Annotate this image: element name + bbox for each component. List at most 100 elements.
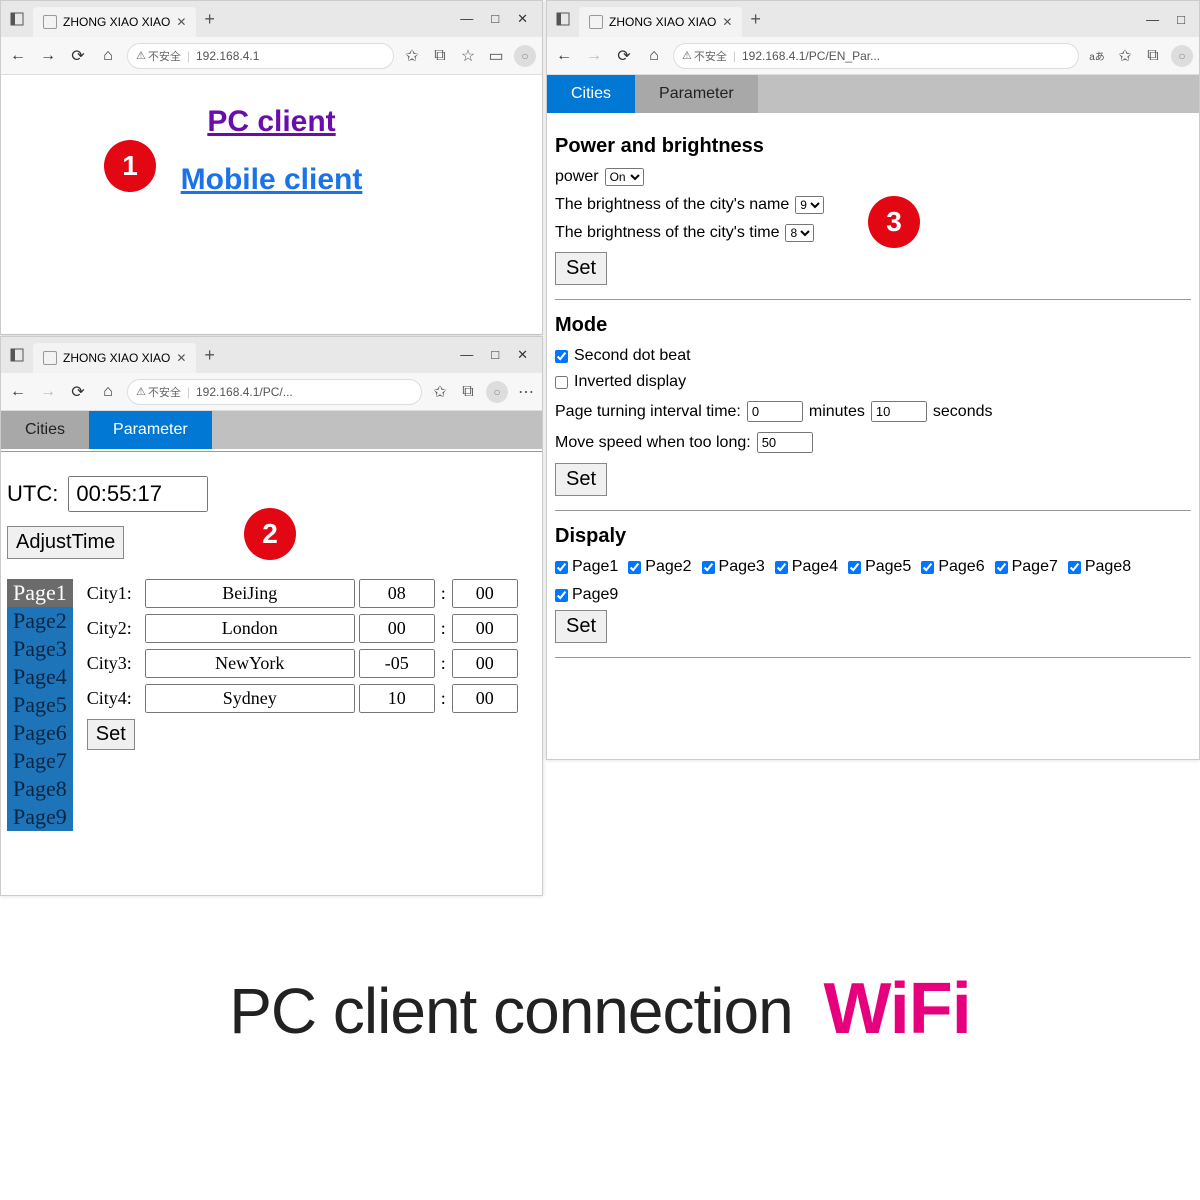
browser-tab[interactable]: ZHONG XIAO XIAO ✕ bbox=[33, 343, 196, 373]
page-list-item[interactable]: Page3 bbox=[7, 635, 73, 663]
refresh-icon[interactable]: ⟳ bbox=[67, 45, 89, 67]
page-list-item[interactable]: Page7 bbox=[7, 747, 73, 775]
maximize-icon[interactable]: □ bbox=[1177, 12, 1185, 27]
new-tab-button[interactable]: + bbox=[750, 9, 761, 30]
display-page-checkbox[interactable] bbox=[775, 561, 788, 574]
minimize-icon[interactable]: — bbox=[460, 347, 473, 363]
set-button[interactable]: Set bbox=[87, 719, 135, 750]
set-button[interactable]: Set bbox=[555, 252, 607, 285]
city-min-input[interactable] bbox=[452, 614, 518, 643]
tab-cities[interactable]: Cities bbox=[1, 411, 89, 449]
movespeed-input[interactable] bbox=[757, 432, 813, 453]
collections-icon[interactable]: ▭ bbox=[486, 46, 506, 66]
city-min-input[interactable] bbox=[452, 684, 518, 713]
more-icon[interactable]: ⋯ bbox=[516, 382, 536, 402]
new-tab-button[interactable]: + bbox=[204, 345, 215, 366]
second-dot-checkbox[interactable] bbox=[555, 350, 568, 363]
forward-icon[interactable]: → bbox=[37, 45, 59, 67]
new-tab-button[interactable]: + bbox=[204, 9, 215, 30]
home-icon[interactable]: ⌂ bbox=[643, 45, 665, 67]
city-name-input[interactable] bbox=[145, 579, 355, 608]
utc-input[interactable] bbox=[68, 476, 208, 512]
display-pages-group: Page1 Page2 Page3 Page4 Page5 Page6 Page… bbox=[555, 558, 1191, 604]
page-list-item[interactable]: Page1 bbox=[7, 579, 73, 607]
refresh-icon[interactable]: ⟳ bbox=[67, 381, 89, 403]
page-content: PC client Mobile client bbox=[1, 75, 542, 207]
tab-cities[interactable]: Cities bbox=[547, 75, 635, 113]
set-button[interactable]: Set bbox=[555, 463, 607, 496]
translate-icon[interactable]: aあ bbox=[1087, 46, 1107, 66]
refresh-icon[interactable]: ⟳ bbox=[613, 45, 635, 67]
mobile-client-link[interactable]: Mobile client bbox=[11, 163, 532, 197]
extensions-icon[interactable]: ⧉ bbox=[458, 382, 478, 402]
address-bar[interactable]: ⚠ 不安全 | 192.168.4.1/PC/... bbox=[127, 379, 422, 405]
close-window-icon[interactable]: ✕ bbox=[517, 11, 528, 27]
profile-avatar-icon[interactable]: ○ bbox=[486, 381, 508, 403]
set-button[interactable]: Set bbox=[555, 610, 607, 643]
interval-min-input[interactable] bbox=[747, 401, 803, 422]
display-page-checkbox[interactable] bbox=[1068, 561, 1081, 574]
city-name-input[interactable] bbox=[145, 649, 355, 678]
back-icon[interactable]: ← bbox=[553, 45, 575, 67]
profile-avatar-icon[interactable]: ○ bbox=[1171, 45, 1193, 67]
city-min-input[interactable] bbox=[452, 579, 518, 608]
tab-parameter[interactable]: Parameter bbox=[89, 411, 212, 449]
city-name-input[interactable] bbox=[145, 614, 355, 643]
maximize-icon[interactable]: □ bbox=[491, 347, 499, 363]
display-page-checkbox[interactable] bbox=[555, 561, 568, 574]
favorite-icon[interactable]: ✩ bbox=[402, 46, 422, 66]
tab-parameter[interactable]: Parameter bbox=[635, 75, 758, 113]
close-tab-icon[interactable]: ✕ bbox=[176, 351, 186, 365]
city-tz-input[interactable] bbox=[359, 614, 435, 643]
home-icon[interactable]: ⌂ bbox=[97, 381, 119, 403]
close-tab-icon[interactable]: ✕ bbox=[176, 15, 186, 29]
page-list-item[interactable]: Page4 bbox=[7, 663, 73, 691]
page-list-item[interactable]: Page9 bbox=[7, 803, 73, 831]
minimize-icon[interactable]: — bbox=[460, 11, 473, 27]
interval-sec-input[interactable] bbox=[871, 401, 927, 422]
favorite-icon[interactable]: ✩ bbox=[1115, 46, 1135, 66]
favorite-icon[interactable]: ✩ bbox=[430, 382, 450, 402]
home-icon[interactable]: ⌂ bbox=[97, 45, 119, 67]
display-page-checkbox[interactable] bbox=[555, 589, 568, 602]
extensions-icon[interactable]: ⧉ bbox=[1143, 46, 1163, 66]
close-tab-icon[interactable]: ✕ bbox=[722, 15, 732, 29]
tab-actions-icon[interactable] bbox=[551, 7, 575, 31]
display-page-checkbox[interactable] bbox=[628, 561, 641, 574]
inverted-checkbox[interactable] bbox=[555, 376, 568, 389]
minimize-icon[interactable]: — bbox=[1146, 12, 1159, 27]
city-min-input[interactable] bbox=[452, 649, 518, 678]
power-select[interactable]: On bbox=[605, 168, 644, 186]
display-page-checkbox[interactable] bbox=[848, 561, 861, 574]
back-icon[interactable]: ← bbox=[7, 45, 29, 67]
back-icon[interactable]: ← bbox=[7, 381, 29, 403]
city-tz-input[interactable] bbox=[359, 684, 435, 713]
page-list-item[interactable]: Page5 bbox=[7, 691, 73, 719]
tab-title: ZHONG XIAO XIAO bbox=[63, 15, 170, 29]
forward-icon: → bbox=[37, 381, 59, 403]
page-list-item[interactable]: Page8 bbox=[7, 775, 73, 803]
tab-actions-icon[interactable] bbox=[5, 7, 29, 31]
page-list-item[interactable]: Page6 bbox=[7, 719, 73, 747]
favorites-bar-icon[interactable]: ☆ bbox=[458, 46, 478, 66]
maximize-icon[interactable]: □ bbox=[491, 11, 499, 27]
address-bar[interactable]: ⚠ 不安全 | 192.168.4.1/PC/EN_Par... bbox=[673, 43, 1079, 69]
profile-avatar-icon[interactable]: ○ bbox=[514, 45, 536, 67]
browser-tab[interactable]: ZHONG XIAO XIAO ✕ bbox=[33, 7, 196, 37]
close-window-icon[interactable]: ✕ bbox=[517, 347, 528, 363]
display-page-checkbox[interactable] bbox=[995, 561, 1008, 574]
adjust-time-button[interactable]: AdjustTime bbox=[7, 526, 124, 559]
display-page-checkbox[interactable] bbox=[702, 561, 715, 574]
brightness-name-select[interactable]: 9 bbox=[795, 196, 824, 214]
city-name-input[interactable] bbox=[145, 684, 355, 713]
browser-tab[interactable]: ZHONG XIAO XIAO ✕ bbox=[579, 7, 742, 37]
city-tz-input[interactable] bbox=[359, 579, 435, 608]
address-bar[interactable]: ⚠ 不安全 | 192.168.4.1 bbox=[127, 43, 394, 69]
tab-actions-icon[interactable] bbox=[5, 343, 29, 367]
brightness-time-select[interactable]: 8 bbox=[785, 224, 814, 242]
display-page-checkbox[interactable] bbox=[921, 561, 934, 574]
pc-client-link[interactable]: PC client bbox=[11, 105, 532, 139]
page-list-item[interactable]: Page2 bbox=[7, 607, 73, 635]
extensions-icon[interactable]: ⧉ bbox=[430, 46, 450, 66]
city-tz-input[interactable] bbox=[359, 649, 435, 678]
